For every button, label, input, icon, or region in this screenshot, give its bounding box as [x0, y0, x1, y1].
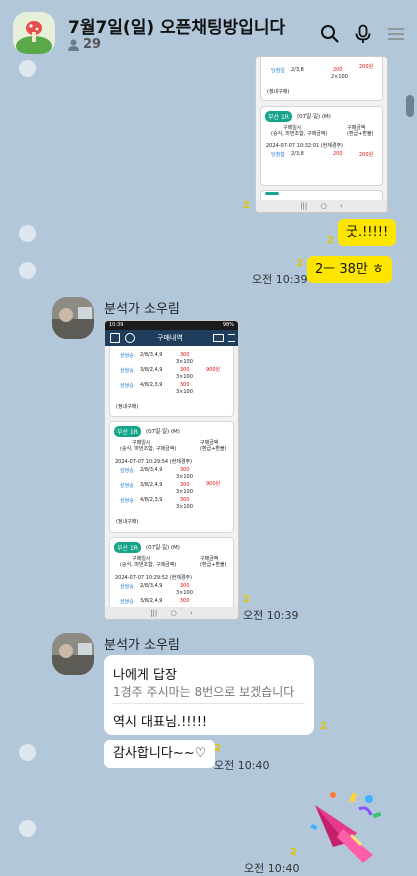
- phone-status-bar: 10:39 98%: [105, 321, 238, 330]
- message-time: 오전 10:39: [243, 609, 299, 622]
- unread-count: 2: [296, 258, 303, 269]
- member-count: 29: [83, 37, 102, 52]
- unread-count: 2: [243, 200, 250, 211]
- room-title[interactable]: 7월7일(일) 오픈채팅방입니다: [68, 13, 285, 38]
- help-icon: [125, 333, 135, 343]
- phone-navbar: ||| ○ ‹: [256, 200, 387, 212]
- sender-name: 분석가 소우림: [104, 638, 180, 653]
- reply-title: 나에게 답장: [113, 668, 177, 683]
- search-icon[interactable]: [320, 24, 340, 44]
- unread-count: 2: [243, 594, 250, 605]
- home-icon: [110, 333, 120, 343]
- read-dot: [19, 60, 36, 77]
- unread-count: 2: [290, 847, 297, 858]
- screen-title: 구매내역: [157, 334, 183, 342]
- members-icon: [68, 39, 79, 51]
- cart-icon: [213, 334, 224, 342]
- party-popper-sticker[interactable]: [303, 785, 387, 869]
- mic-icon[interactable]: [353, 24, 373, 44]
- reply-quote[interactable]: 1경주 주시마는 8번으로 보겠습니다: [113, 683, 294, 700]
- read-dot: [19, 262, 36, 279]
- my-message-bubble[interactable]: 굿.!!!!!: [338, 219, 397, 246]
- unread-count: 2: [327, 235, 334, 246]
- sender-avatar[interactable]: [52, 297, 94, 339]
- menu-icon: [228, 334, 235, 342]
- received-message-bubble[interactable]: 감사합니다~~♡: [104, 740, 216, 768]
- unread-count: 2: [320, 721, 327, 732]
- received-image-screenshot[interactable]: 10:39 98% 구매내역 삼쌍승 2/8/3,4,9 300 3×100 삼…: [104, 320, 239, 620]
- my-message-bubble[interactable]: 2ㅡ 38만 ㅎ: [307, 256, 392, 283]
- message-time: 오전 10:40: [244, 862, 300, 875]
- message-time: 오전 10:39: [252, 273, 308, 286]
- chat-header: 7월7일(일) 오픈채팅방입니다 29: [0, 0, 417, 64]
- phone-app-bar: 구매내역: [105, 330, 238, 346]
- purchase-card: 부산 1R (07일·일) (M) 구매일시 (승식, 마번조합, 구매금액) …: [109, 421, 234, 533]
- read-dot: [19, 744, 36, 761]
- purchase-card: 부산 1R (07일·일) (M) 구매일시 (승식, 마번조합, 구매금액) …: [260, 106, 383, 186]
- read-dot: [19, 820, 36, 837]
- reply-message-bubble[interactable]: 나에게 답장 1경주 주시마는 8번으로 보겠습니다 역시 대표님.!!!!!: [104, 655, 314, 735]
- purchase-card: 당첨일 2/3,8 200 2×100 200원 (정내구매): [260, 57, 383, 101]
- divider: [113, 703, 305, 704]
- sender-avatar[interactable]: [52, 633, 94, 675]
- room-avatar[interactable]: [13, 12, 55, 54]
- read-dot: [19, 225, 36, 242]
- message-time: 오전 10:40: [214, 759, 270, 772]
- purchase-card: 삼쌍승 2/8/3,4,9 300 3×100 삼쌍승 3/8/2,4,9 30…: [109, 346, 234, 417]
- sender-name: 분석가 소우림: [104, 302, 180, 317]
- purchase-card: 부산 1R (07일·일) (M) 구매일시 (승식, 마번조합, 구매금액) …: [109, 537, 234, 609]
- sent-image-screenshot[interactable]: 당첨일 2/3,8 200 2×100 200원 (정내구매) 부산 1R (0…: [255, 56, 388, 213]
- scrollbar[interactable]: [406, 95, 414, 117]
- phone-navbar: ||| ○ ‹: [105, 607, 238, 619]
- reply-body: 역시 대표님.!!!!!: [113, 715, 208, 730]
- unread-count: 2: [214, 743, 221, 754]
- menu-icon[interactable]: [386, 24, 406, 44]
